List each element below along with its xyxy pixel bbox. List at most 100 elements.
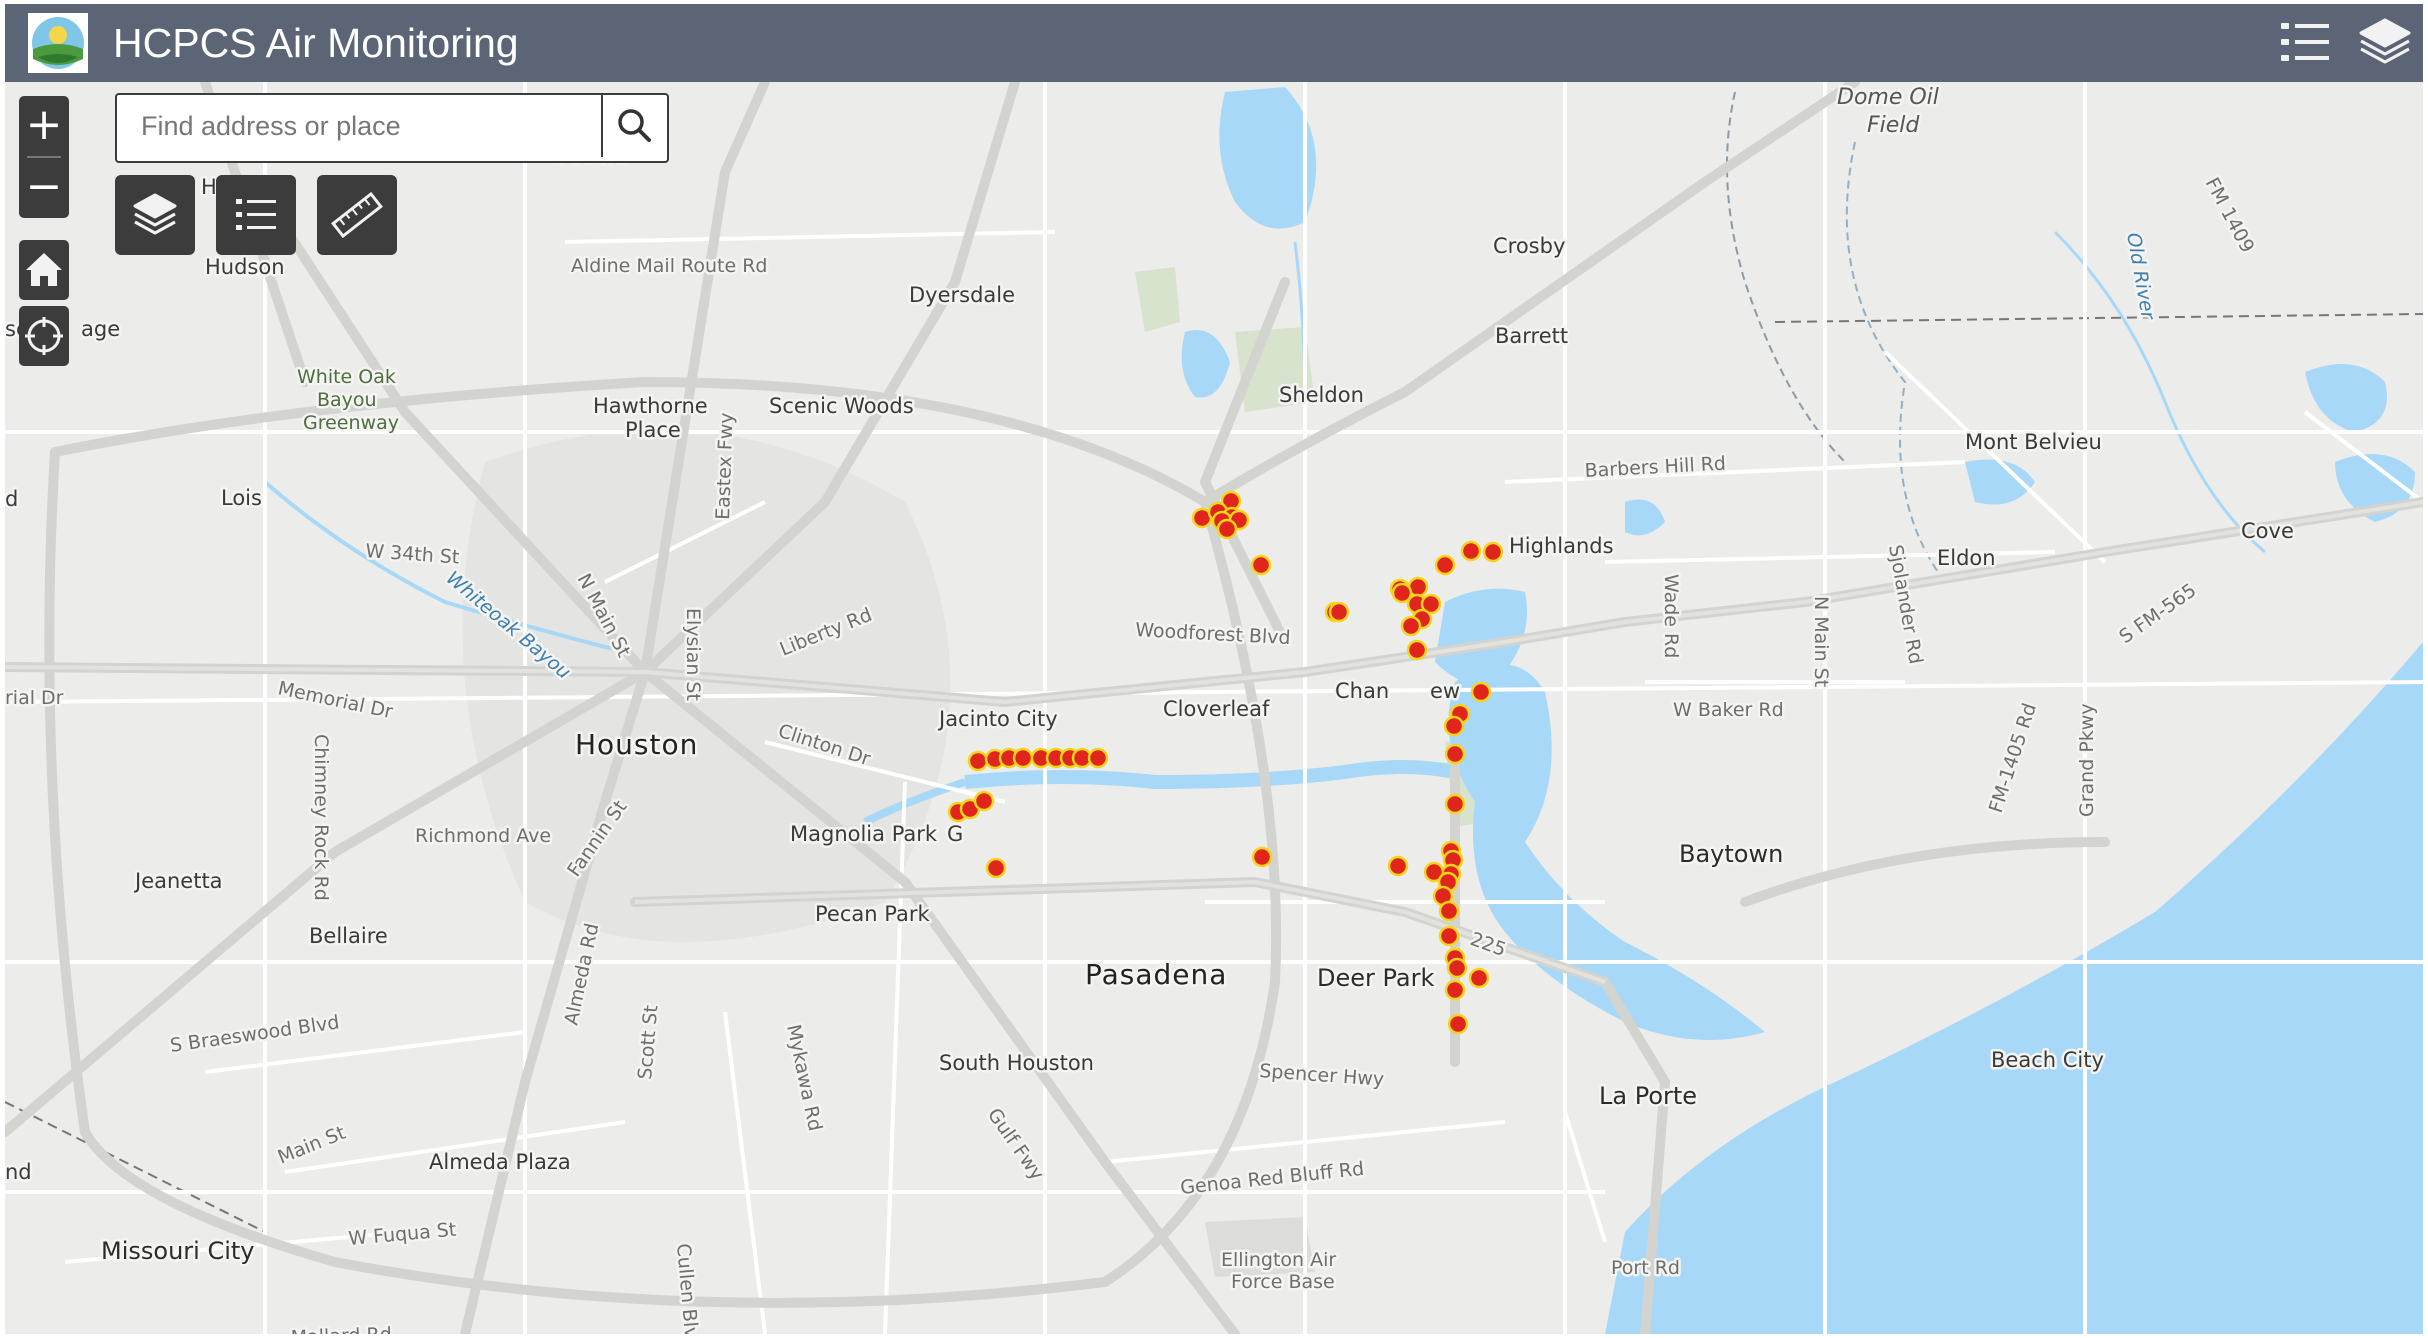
- label-jacinto-city: Jacinto City: [937, 707, 1058, 731]
- zoom-out-button[interactable]: −: [19, 158, 69, 218]
- label-channelview-a: Chan: [1335, 679, 1389, 703]
- layers-icon: [2359, 18, 2411, 64]
- list-icon: [2281, 23, 2329, 61]
- label-ellington-1: Ellington Air: [1221, 1249, 1336, 1271]
- layers-toggle-button[interactable]: [2355, 14, 2415, 72]
- map-view[interactable]: Houston Pasadena Deer Park Baytown La Po…: [5, 82, 2423, 1334]
- label-d-edge: d: [5, 487, 18, 511]
- label-jeanetta: Jeanetta: [133, 869, 223, 893]
- label-richmond: Richmond Ave: [415, 825, 551, 847]
- label-deer-park: Deer Park: [1317, 964, 1434, 992]
- label-age: age: [81, 317, 120, 341]
- monitoring-site-marker[interactable]: [967, 750, 989, 772]
- label-south-houston: South Houston: [939, 1051, 1094, 1075]
- label-grand-pkwy: Grand Pkwy: [2076, 703, 2098, 817]
- label-cloverleaf: Cloverleaf: [1163, 697, 1270, 721]
- label-wade: Wade Rd: [1660, 574, 1682, 658]
- search-input[interactable]: [117, 95, 595, 157]
- label-n-main: N Main St: [1810, 596, 1832, 687]
- monitoring-site-marker[interactable]: [1400, 615, 1422, 637]
- monitoring-site-marker[interactable]: [1438, 925, 1460, 947]
- label-rial-dr: rial Dr: [5, 687, 64, 709]
- monitoring-site-marker[interactable]: [985, 857, 1007, 879]
- label-missouri-city: Missouri City: [101, 1237, 254, 1265]
- app-header: HCPCS Air Monitoring: [5, 4, 2423, 82]
- label-aldine-mail: Aldine Mail Route Rd: [571, 255, 767, 277]
- monitoring-site-marker[interactable]: [1443, 715, 1465, 737]
- monitoring-site-marker[interactable]: [1328, 601, 1350, 623]
- layers-tool-button[interactable]: [115, 175, 195, 255]
- label-nd-edge: nd: [5, 1160, 32, 1184]
- label-ellington-2: Force Base: [1231, 1271, 1335, 1293]
- monitoring-site-marker[interactable]: [1012, 747, 1034, 769]
- home-button[interactable]: [19, 240, 69, 300]
- monitoring-site-marker[interactable]: [1444, 979, 1466, 1001]
- measure-tool-button[interactable]: [317, 175, 397, 255]
- locate-icon: [25, 317, 63, 355]
- label-eastex: Eastex Fwy: [712, 412, 738, 520]
- label-channelview-b: ew: [1430, 679, 1460, 703]
- label-white-oak-2: Bayou: [317, 389, 377, 411]
- label-magnolia-g: G: [947, 822, 963, 846]
- monitoring-site-marker[interactable]: [1482, 541, 1504, 563]
- monitoring-site-marker[interactable]: [1250, 554, 1272, 576]
- monitoring-site-marker[interactable]: [1446, 957, 1468, 979]
- label-la-porte: La Porte: [1599, 1082, 1697, 1110]
- monitoring-site-marker[interactable]: [1087, 747, 1109, 769]
- label-baytown: Baytown: [1679, 840, 1783, 868]
- label-dyersdale: Dyersdale: [909, 283, 1015, 307]
- label-chimney: Chimney Rock Rd: [310, 734, 332, 901]
- monitoring-site-marker[interactable]: [1434, 554, 1456, 576]
- monitoring-site-marker[interactable]: [1251, 846, 1273, 868]
- search-icon: [618, 109, 651, 142]
- ruler-icon: [331, 191, 383, 239]
- label-bellaire: Bellaire: [309, 924, 388, 948]
- label-beach-city: Beach City: [1991, 1048, 2104, 1072]
- hcpcs-logo: [28, 13, 88, 73]
- label-scenic-woods: Scenic Woods: [769, 394, 914, 418]
- label-pecan-park: Pecan Park: [815, 902, 930, 926]
- label-crosby: Crosby: [1493, 234, 1565, 258]
- label-white-oak-3: Greenway: [303, 412, 399, 434]
- app-window: HCPCS Air Monitoring Houston Pasadena De…: [5, 4, 2423, 1334]
- monitoring-site-marker[interactable]: [1444, 743, 1466, 765]
- layers-icon: [133, 193, 177, 235]
- label-mont-belvieu: Mont Belvieu: [1965, 430, 2102, 454]
- search-button[interactable]: [601, 95, 667, 157]
- home-icon: [26, 253, 62, 286]
- monitoring-site-marker[interactable]: [1470, 681, 1492, 703]
- monitoring-site-marker[interactable]: [1447, 1013, 1469, 1035]
- legend-toggle-button[interactable]: [2275, 14, 2335, 72]
- label-hawthorne: Hawthorne: [593, 394, 708, 418]
- locate-button[interactable]: [19, 306, 69, 366]
- label-white-oak-1: White Oak: [297, 366, 396, 388]
- monitoring-site-marker[interactable]: [1216, 518, 1238, 540]
- label-highlands: Highlands: [1509, 534, 1614, 558]
- monitoring-site-marker[interactable]: [973, 790, 995, 812]
- monitoring-site-marker[interactable]: [1468, 967, 1490, 989]
- label-dome-oil-2: Field: [1867, 113, 1920, 138]
- monitoring-site-marker[interactable]: [1438, 900, 1460, 922]
- label-eldon: Eldon: [1937, 546, 1996, 570]
- label-magnolia-park: Magnolia Park: [790, 822, 938, 846]
- label-almeda-plaza: Almeda Plaza: [429, 1150, 571, 1174]
- monitoring-site-marker[interactable]: [1444, 793, 1466, 815]
- app-title: HCPCS Air Monitoring: [113, 20, 519, 66]
- label-w-baker: W Baker Rd: [1673, 699, 1784, 721]
- zoom-control: + −: [19, 96, 69, 218]
- label-port-rd: Port Rd: [1611, 1257, 1680, 1279]
- label-lois: Lois: [221, 486, 262, 510]
- label-cove: Cove: [2241, 519, 2294, 543]
- monitoring-site-marker[interactable]: [1387, 855, 1409, 877]
- monitoring-site-marker[interactable]: [1460, 540, 1482, 562]
- zoom-in-button[interactable]: +: [19, 96, 69, 156]
- label-barrett: Barrett: [1495, 324, 1568, 348]
- label-h: H: [201, 175, 217, 199]
- legend-tool-button[interactable]: [216, 175, 296, 255]
- monitoring-site-marker[interactable]: [1406, 639, 1428, 661]
- label-elysian: Elysian St: [682, 608, 704, 701]
- label-houston: Houston: [575, 728, 698, 761]
- label-place: Place: [625, 418, 681, 442]
- label-hudson: Hudson: [205, 255, 285, 279]
- label-sheldon: Sheldon: [1279, 383, 1364, 407]
